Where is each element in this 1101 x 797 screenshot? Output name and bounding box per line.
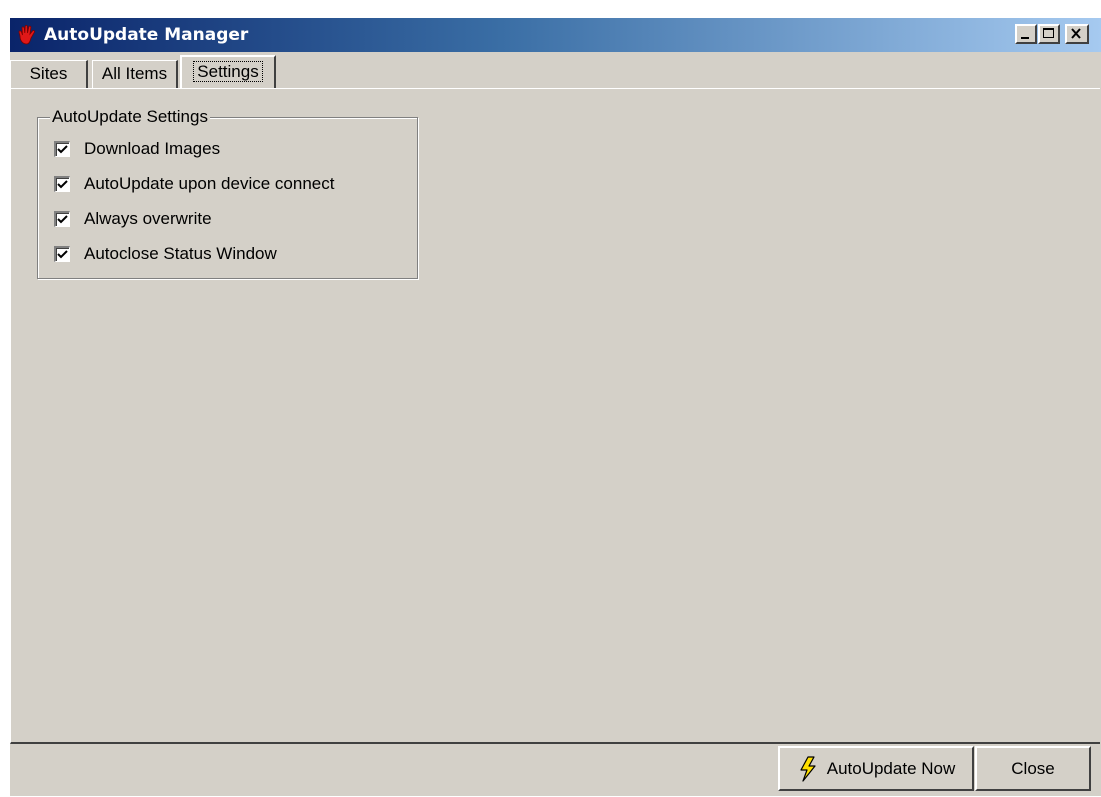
- maximize-icon: [1043, 28, 1054, 38]
- checkbox-checked-icon[interactable]: [54, 246, 70, 262]
- autoclose-status-window-label[interactable]: Autoclose Status Window: [84, 244, 277, 264]
- autoupdate-manager-window: AutoUpdate Manager Sites All Items Setti…: [9, 17, 1101, 796]
- maximize-button[interactable]: [1038, 24, 1060, 44]
- autoupdate-on-connect-label[interactable]: AutoUpdate upon device connect: [84, 174, 334, 194]
- autoupdate-settings-group: AutoUpdate Settings Download Images Auto…: [37, 107, 418, 279]
- close-icon: [1071, 28, 1081, 39]
- checkbox-checked-icon[interactable]: [54, 176, 70, 192]
- always-overwrite-label[interactable]: Always overwrite: [84, 209, 212, 229]
- autoupdate-now-button[interactable]: AutoUpdate Now: [778, 746, 974, 791]
- title-bar[interactable]: AutoUpdate Manager: [10, 18, 1101, 52]
- red-hand-icon: [16, 24, 38, 46]
- tab-settings-label: Settings: [193, 61, 263, 82]
- tab-strip: Sites All Items Settings: [10, 54, 310, 90]
- tab-sites[interactable]: Sites: [10, 60, 88, 88]
- tab-settings[interactable]: Settings: [180, 55, 276, 89]
- download-images-checkbox[interactable]: Download Images: [54, 138, 220, 160]
- close-button[interactable]: Close: [975, 746, 1091, 791]
- minimize-button[interactable]: [1015, 24, 1037, 44]
- checkbox-checked-icon[interactable]: [54, 211, 70, 227]
- autoupdate-on-connect-checkbox[interactable]: AutoUpdate upon device connect: [54, 173, 334, 195]
- download-images-label[interactable]: Download Images: [84, 139, 220, 159]
- close-window-button[interactable]: [1065, 24, 1089, 44]
- lightning-bolt-icon: [800, 755, 816, 782]
- autoupdate-now-label: AutoUpdate Now: [826, 758, 956, 778]
- always-overwrite-checkbox[interactable]: Always overwrite: [54, 208, 212, 230]
- button-bar: AutoUpdate Now Close: [10, 746, 1101, 797]
- minimize-icon: [1021, 37, 1029, 39]
- settings-panel: AutoUpdate Settings Download Images Auto…: [10, 88, 1100, 744]
- autoclose-status-window-checkbox[interactable]: Autoclose Status Window: [54, 243, 277, 265]
- tab-all-items[interactable]: All Items: [92, 60, 178, 88]
- window-title: AutoUpdate Manager: [44, 25, 249, 45]
- checkbox-checked-icon[interactable]: [54, 141, 70, 157]
- group-label: AutoUpdate Settings: [50, 107, 210, 127]
